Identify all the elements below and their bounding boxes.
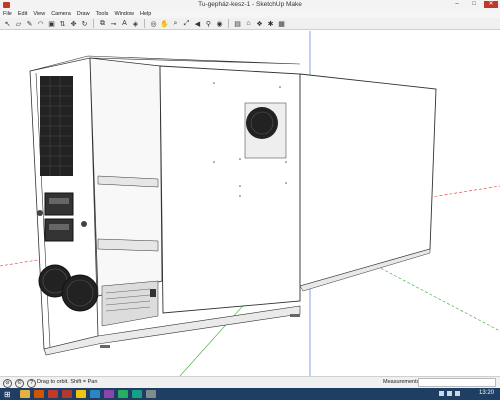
menu-view[interactable]: View bbox=[33, 10, 45, 18]
paint-tool-icon[interactable]: ◈ bbox=[131, 19, 140, 28]
help-icon[interactable]: ? bbox=[27, 379, 36, 388]
offset-tool-icon[interactable]: ⧉ bbox=[98, 19, 107, 28]
shape-tool-icon[interactable]: ▣ bbox=[47, 19, 56, 28]
pan-tool-icon[interactable]: ✋ bbox=[160, 19, 169, 28]
photo-taskbar-icon[interactable] bbox=[104, 390, 114, 398]
minimize-icon[interactable]: – bbox=[450, 1, 464, 8]
pushpull-tool-icon[interactable]: ⇅ bbox=[58, 19, 67, 28]
menu-file[interactable]: File bbox=[3, 10, 12, 18]
main-toolbar: ↖ ▱ ✎ ◠ ▣ ⇅ ✥ ↻ ⧉ ⊸ A ◈ ◎ ✋ ⌕ ⤢ ◀ ⚲ ◉ ▤ ⌂ ❖ ✱ ▦ bbox=[0, 18, 500, 30]
case-foot bbox=[290, 314, 300, 317]
toolbar-separator bbox=[144, 19, 145, 28]
store-taskbar-icon[interactable] bbox=[132, 390, 142, 398]
model-canvas[interactable] bbox=[0, 31, 500, 376]
menu-tools[interactable]: Tools bbox=[96, 10, 109, 18]
start-button-icon[interactable]: ⊞ bbox=[4, 390, 11, 399]
menu-camera[interactable]: Camera bbox=[51, 10, 71, 18]
files-taskbar-icon[interactable] bbox=[76, 390, 86, 398]
mail-taskbar-icon[interactable] bbox=[118, 390, 128, 398]
explorer-taskbar-icon[interactable] bbox=[20, 390, 30, 398]
taskbar-apps bbox=[20, 390, 156, 398]
window-controls: – □ ✕ bbox=[450, 1, 498, 8]
measurements-input[interactable] bbox=[418, 378, 496, 387]
toolbar-separator bbox=[228, 19, 229, 28]
taskbar-clock[interactable]: 13:20 bbox=[479, 390, 494, 396]
tool-taskbar-icon[interactable] bbox=[146, 390, 156, 398]
text-tool-icon[interactable]: A bbox=[120, 19, 129, 28]
select-tool-icon[interactable]: ↖ bbox=[3, 19, 12, 28]
menu-window[interactable]: Window bbox=[114, 10, 134, 18]
power-button-left bbox=[37, 210, 43, 216]
zoom-tool-icon[interactable]: ⌕ bbox=[171, 19, 180, 28]
move-tool-icon[interactable]: ✥ bbox=[69, 19, 78, 28]
menu-edit[interactable]: Edit bbox=[18, 10, 27, 18]
tape-tool-icon[interactable]: ⊸ bbox=[109, 19, 118, 28]
zoom-extents-tool-icon[interactable]: ⤢ bbox=[182, 19, 191, 28]
menu-help[interactable]: Help bbox=[140, 10, 151, 18]
geo-location-icon[interactable]: ⊙ bbox=[3, 379, 12, 388]
flag-icon[interactable] bbox=[455, 391, 460, 396]
toolbar-separator bbox=[93, 19, 94, 28]
power-button-right bbox=[81, 221, 87, 227]
pencil-tool-icon[interactable]: ✎ bbox=[25, 19, 34, 28]
case-foot bbox=[100, 345, 110, 348]
close-icon[interactable]: ✕ bbox=[484, 1, 498, 8]
drawing-viewport[interactable] bbox=[0, 31, 500, 376]
eraser-tool-icon[interactable]: ▱ bbox=[14, 19, 23, 28]
window-title: Tu-gepház-kesz-1 - SketchUp Make bbox=[198, 1, 302, 8]
measurements-label: Measurements bbox=[383, 379, 420, 385]
lookaround-tool-icon[interactable]: ◉ bbox=[215, 19, 224, 28]
windows-taskbar: ⊞ 13:20 bbox=[0, 388, 500, 400]
credits-icon[interactable]: © bbox=[15, 379, 24, 388]
orbit-tool-icon[interactable]: ◎ bbox=[149, 19, 158, 28]
arc-tool-icon[interactable]: ◠ bbox=[36, 19, 45, 28]
rotate-tool-icon[interactable]: ↻ bbox=[80, 19, 89, 28]
warehouse-tool-icon[interactable]: ⌂ bbox=[244, 19, 253, 28]
walk-tool-icon[interactable]: ⚲ bbox=[204, 19, 213, 28]
browser-taskbar-icon[interactable] bbox=[34, 390, 44, 398]
system-tray bbox=[439, 391, 460, 396]
chat-taskbar-icon[interactable] bbox=[90, 390, 100, 398]
status-hint: Drag to orbit. Shift = Pan bbox=[37, 379, 98, 385]
sketchup-taskbar-icon[interactable] bbox=[62, 390, 72, 398]
media-taskbar-icon[interactable] bbox=[48, 390, 58, 398]
menu-bar: File Edit View Camera Draw Tools Window … bbox=[0, 10, 500, 18]
front-fan-lower bbox=[61, 274, 99, 312]
maximize-icon[interactable]: □ bbox=[467, 1, 481, 8]
section-tool-icon[interactable]: ▤ bbox=[233, 19, 242, 28]
prev-view-tool-icon[interactable]: ◀ bbox=[193, 19, 202, 28]
menu-draw[interactable]: Draw bbox=[77, 10, 90, 18]
psu-bay bbox=[101, 280, 159, 327]
layout-tool-icon[interactable]: ▦ bbox=[277, 19, 286, 28]
components-tool-icon[interactable]: ❖ bbox=[255, 19, 264, 28]
volume-icon[interactable] bbox=[447, 391, 452, 396]
network-icon[interactable] bbox=[439, 391, 444, 396]
extension-tool-icon[interactable]: ✱ bbox=[266, 19, 275, 28]
interior-shelf-bottom bbox=[97, 238, 159, 252]
